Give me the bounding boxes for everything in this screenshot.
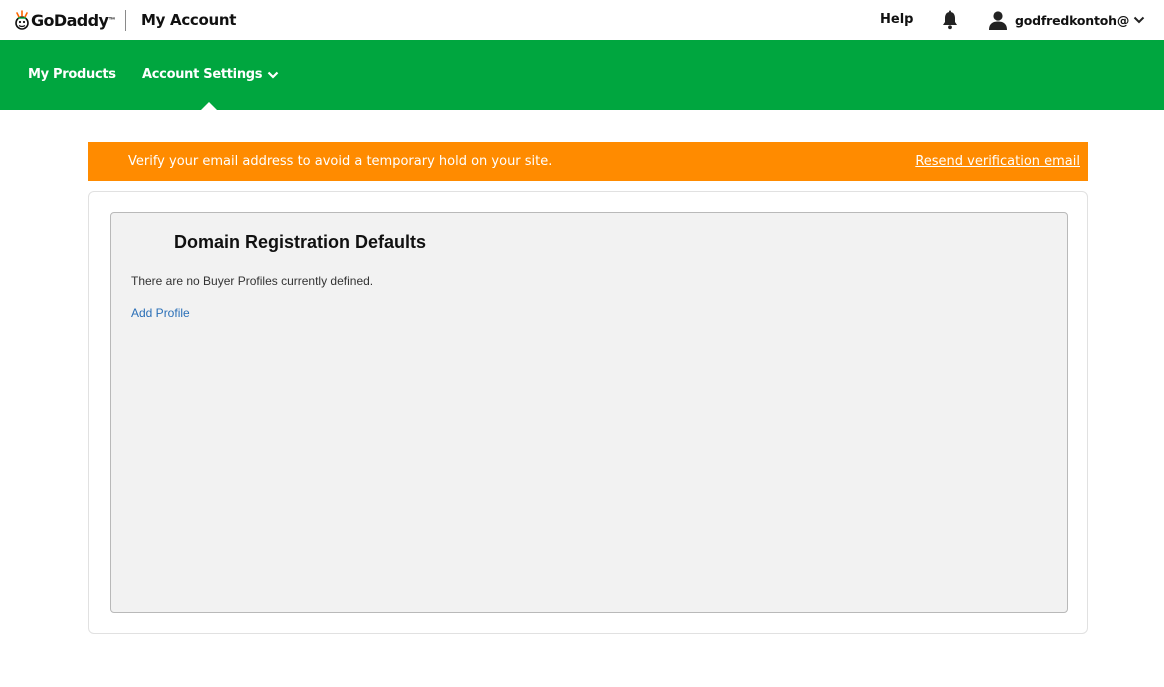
nav-my-products[interactable]: My Products <box>28 67 116 82</box>
resend-verification-link[interactable]: Resend verification email <box>915 154 1080 169</box>
chevron-down-icon <box>1133 16 1145 24</box>
nav-item-label: Account Settings <box>142 67 263 82</box>
help-link[interactable]: Help <box>880 12 913 27</box>
user-menu[interactable]: godfredkontoh@ <box>988 9 1145 31</box>
no-profiles-message: There are no Buyer Profiles currently de… <box>131 274 374 288</box>
add-profile-link[interactable]: Add Profile <box>131 306 190 320</box>
main-nav: My Products Account Settings <box>0 40 1164 110</box>
panel-title: Domain Registration Defaults <box>174 232 427 252</box>
chevron-down-icon <box>267 71 279 79</box>
godaddy-logo[interactable]: GoDaddy ™ <box>14 5 115 35</box>
bell-icon[interactable] <box>941 10 959 30</box>
top-header: GoDaddy ™ My Account Help godfredkontoh@ <box>0 0 1164 40</box>
user-icon <box>989 11 1007 30</box>
logo-trademark: ™ <box>108 16 116 24</box>
header-divider <box>125 10 126 31</box>
username: godfredkontoh@ <box>1015 12 1130 28</box>
content-card: Domain Registration Defaults There are n… <box>88 191 1088 634</box>
nav-account-settings[interactable]: Account Settings <box>142 67 279 82</box>
domain-defaults-panel: Domain Registration Defaults There are n… <box>110 212 1068 613</box>
active-nav-indicator <box>201 102 217 110</box>
verification-alert: Verify your email address to avoid a tem… <box>88 142 1088 181</box>
logo-text: GoDaddy <box>31 10 109 30</box>
alert-message: Verify your email address to avoid a tem… <box>128 154 553 169</box>
nav-item-label: My Products <box>28 67 116 82</box>
page-title[interactable]: My Account <box>141 11 236 29</box>
godaddy-logo-icon <box>15 10 29 30</box>
